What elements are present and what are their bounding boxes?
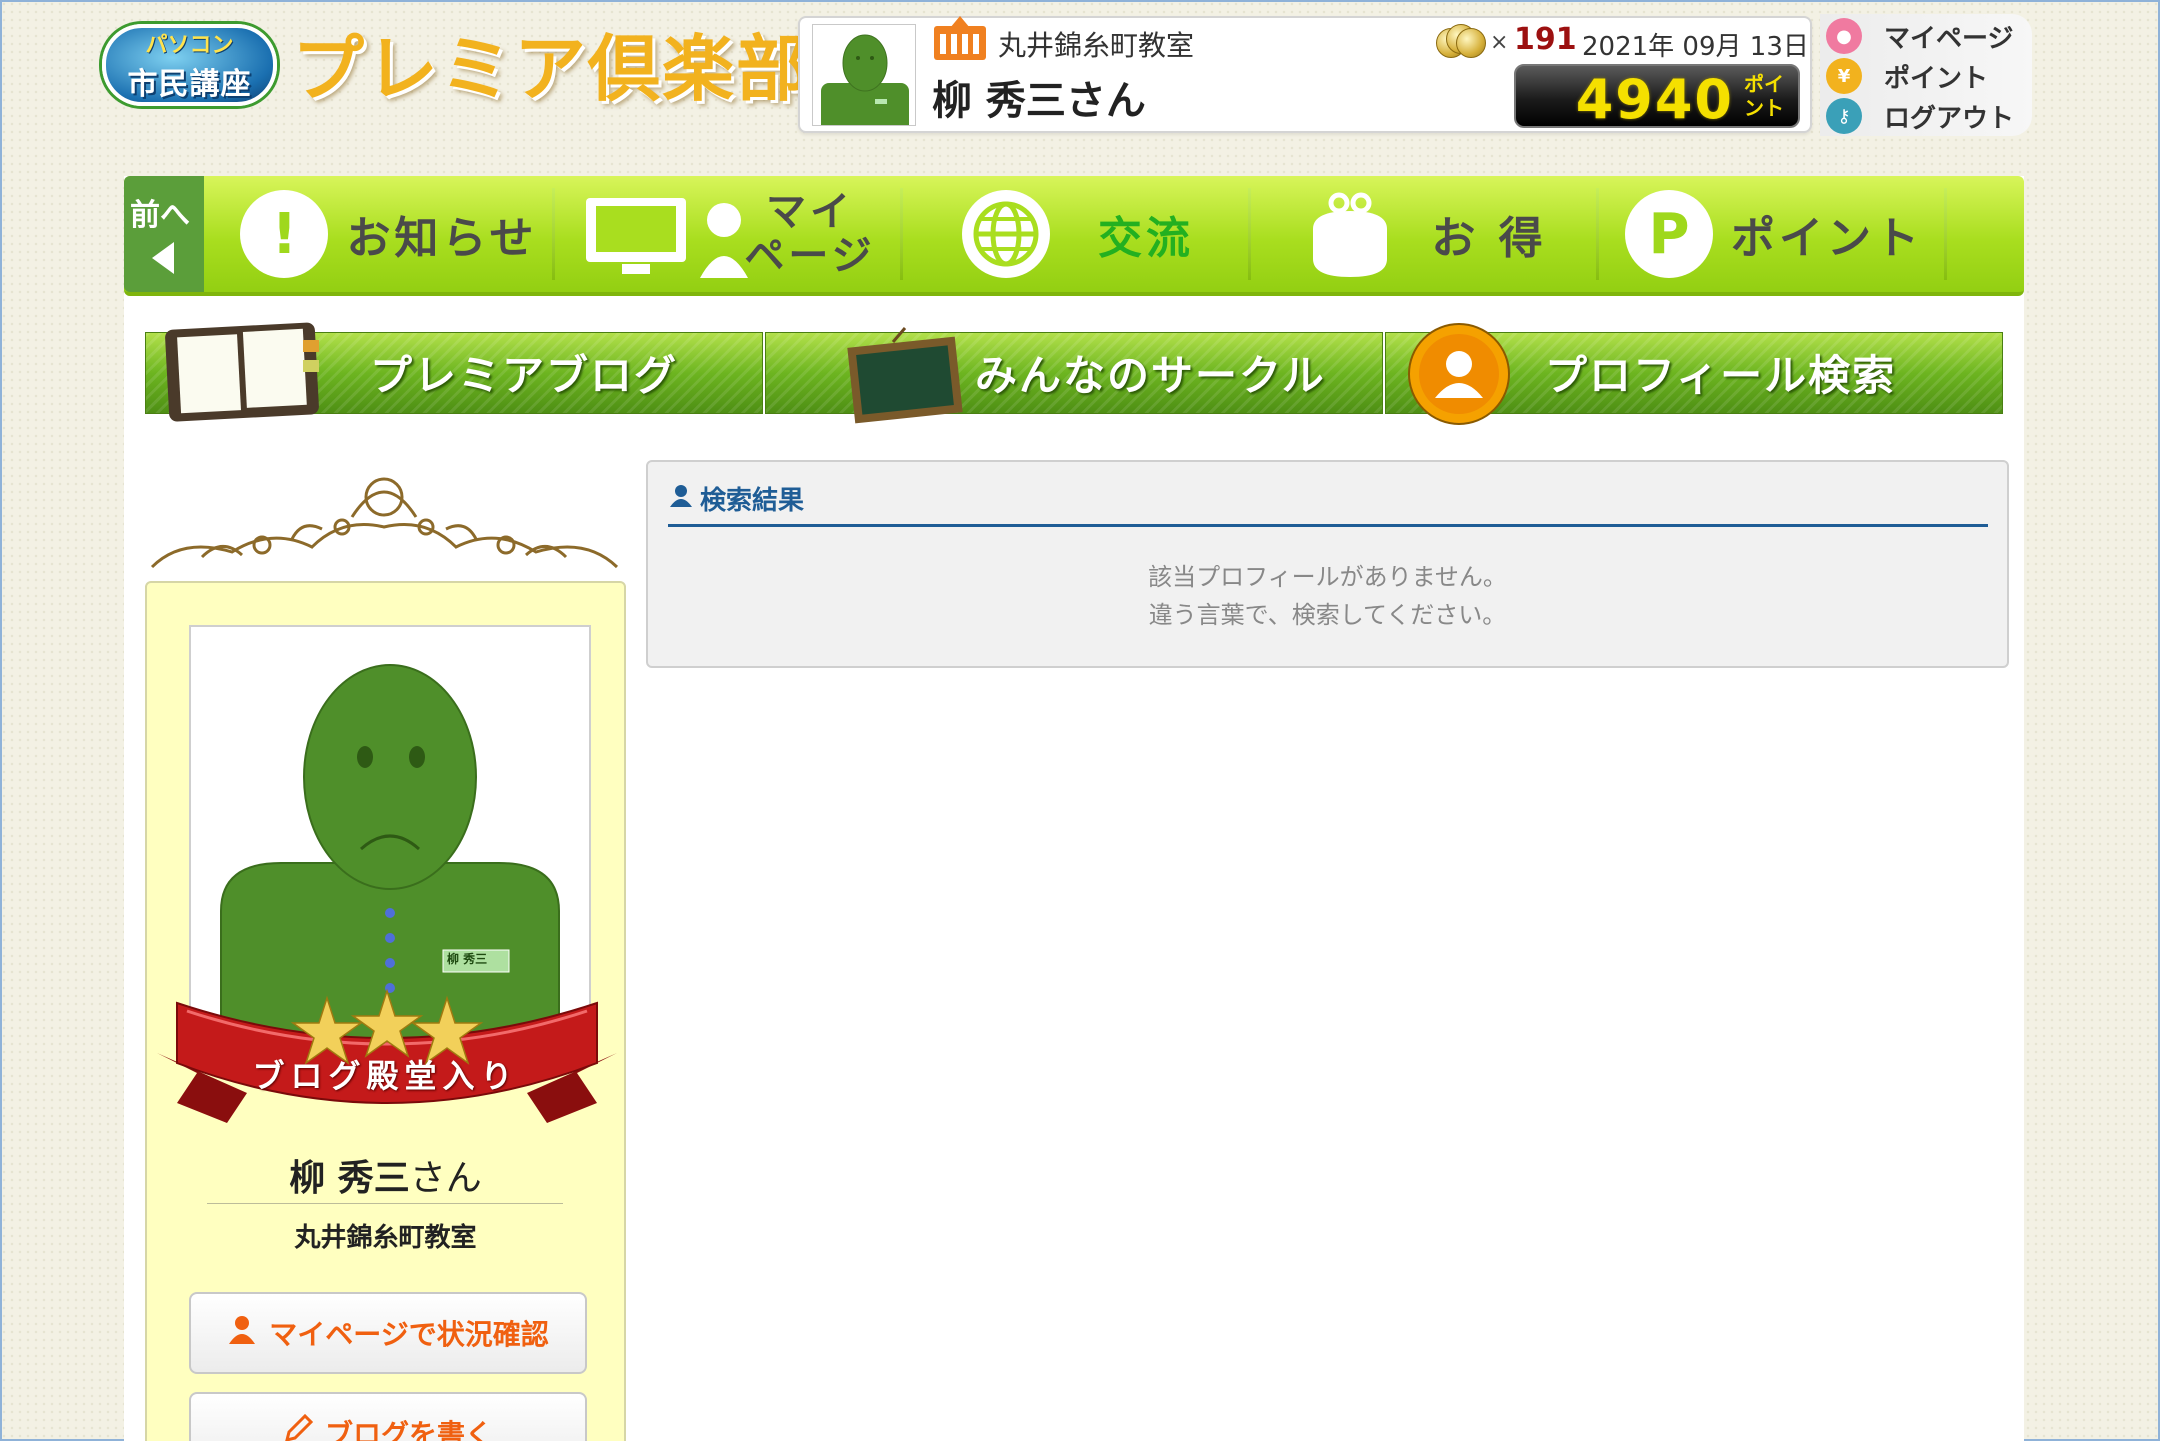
logo-line1: パソコン	[145, 33, 234, 58]
nav-item-exchange[interactable]: 交流	[906, 176, 1250, 292]
message-line2: 違う言葉で、検索してください。	[1148, 601, 1507, 629]
key-icon: ⚷	[1826, 98, 1862, 134]
user-info-card: 丸井錦糸町教室 柳 秀三さん × 191 2021年 09月 13日 4940 …	[798, 16, 1812, 133]
coins-icon	[1436, 24, 1488, 58]
message-line1: 該当プロフィールがありません。	[1148, 563, 1507, 591]
quicklink-label: ログアウト	[1884, 103, 2015, 134]
coin-icon: ¥	[1826, 58, 1862, 94]
search-results-panel: 検索結果 該当プロフィールがありません。 違う言葉で、検索してください。	[646, 460, 2009, 668]
user-avatar-thumb	[812, 24, 916, 126]
nav-item-notice[interactable]: ! お知らせ	[224, 176, 554, 292]
subnav-premier-blog[interactable]: プレミアブログ	[145, 322, 763, 422]
nav-divider	[552, 188, 555, 280]
quicklink-points[interactable]: ¥ ポイント	[1826, 56, 1988, 96]
nav-label: 交流	[1098, 213, 1194, 264]
check-mypage-button[interactable]: マイページで状況確認	[189, 1292, 587, 1374]
notebook-icon	[153, 320, 333, 428]
site-logo[interactable]: パソコン 市民講座	[102, 24, 277, 106]
subnav-circles[interactable]: みんなのサークル	[765, 327, 1383, 424]
quicklink-logout[interactable]: ⚷ ログアウト	[1826, 96, 2014, 136]
subnav-label: みんなのサークル	[975, 351, 1326, 400]
points-display: 4940 ポイント	[1514, 64, 1800, 131]
nav-item-points[interactable]: P ポイント	[1602, 176, 1946, 292]
user-school: 丸井錦糸町教室	[998, 29, 1195, 62]
profile-name-text: 柳 秀三	[289, 1158, 410, 1199]
coin-multiplier: ×	[1490, 30, 1509, 55]
current-date: 2021年 09月 13日	[1582, 32, 1809, 62]
nav-divider	[1944, 188, 1947, 280]
school-icon	[934, 16, 986, 60]
logo-line2: 市民講座	[127, 67, 252, 102]
points-unit: ポイント	[1744, 72, 1784, 120]
no-results-message: 該当プロフィールがありません。 違う言葉で、検索してください。	[648, 558, 2007, 634]
user-name: 柳 秀三さん	[932, 78, 1146, 124]
person-icon	[227, 1314, 257, 1352]
points-value: 4940	[1575, 68, 1734, 131]
nav-label: お 得	[1431, 213, 1547, 264]
nav-divider	[900, 188, 903, 280]
profile-name-suffix: さん	[409, 1158, 482, 1199]
back-button[interactable]: 前へ	[124, 176, 204, 292]
profile-school: 丸井錦糸町教室	[294, 1223, 477, 1253]
subnav-label: プロフィール検索	[1545, 351, 1897, 400]
nav-label: ポイント	[1731, 213, 1923, 264]
write-blog-button[interactable]: ブログを書く	[189, 1392, 587, 1441]
name-divider	[207, 1203, 563, 1204]
subnav-label: プレミアブログ	[370, 351, 679, 400]
ribbon-text: ブログ殿堂入り	[252, 1057, 519, 1095]
button-label: ブログを書く	[324, 1418, 493, 1441]
pencil-icon	[283, 1413, 314, 1441]
site-title: プレミア倶楽部	[292, 26, 811, 111]
results-divider	[668, 524, 1988, 527]
nav-label: お知らせ	[346, 213, 538, 264]
globe-icon	[962, 190, 1050, 278]
exclamation-icon: !	[240, 190, 329, 278]
quicklink-mypage[interactable]: ● マイページ	[1826, 16, 2013, 56]
back-arrow-icon	[152, 242, 174, 274]
user-search-icon	[670, 483, 696, 515]
profile-card: 柳 秀三 ブログ殿堂入り 柳 秀三さん 丸井錦糸町教室 マイページで状況確認 ブ…	[145, 581, 626, 1441]
profile-name: 柳 秀三さん	[147, 1149, 624, 1201]
button-label: マイページで状況確認	[269, 1318, 549, 1351]
nav-divider	[1248, 188, 1251, 280]
results-heading: 検索結果	[670, 480, 804, 517]
nav-item-deals[interactable]: お 得	[1254, 176, 1598, 292]
nav-divider	[1596, 188, 1599, 280]
back-label: 前へ	[130, 198, 190, 233]
coin-count: 191	[1514, 22, 1577, 57]
top-navigation: 前へ ! お知らせ マイ ページ 交流 お 得 P ポイント	[124, 176, 2024, 296]
quicklink-label: マイページ	[1884, 23, 2014, 54]
nav-item-mypage[interactable]: マイ ページ	[558, 176, 902, 292]
person-icon: ●	[1826, 18, 1862, 54]
blackboard-icon	[845, 326, 965, 430]
quick-links: ● マイページ ¥ ポイント ⚷ ログアウト	[1820, 14, 2032, 136]
quicklink-label: ポイント	[1884, 63, 1989, 94]
subnav-profile-search[interactable]: プロフィール検索	[1385, 323, 2003, 425]
p-coin-icon: P	[1625, 190, 1713, 278]
results-title: 検索結果	[700, 486, 805, 516]
ornament-decoration	[150, 477, 619, 569]
monitor-user-icon	[584, 190, 784, 278]
purse-icon	[1305, 189, 1395, 279]
profile-icon	[1407, 322, 1511, 430]
